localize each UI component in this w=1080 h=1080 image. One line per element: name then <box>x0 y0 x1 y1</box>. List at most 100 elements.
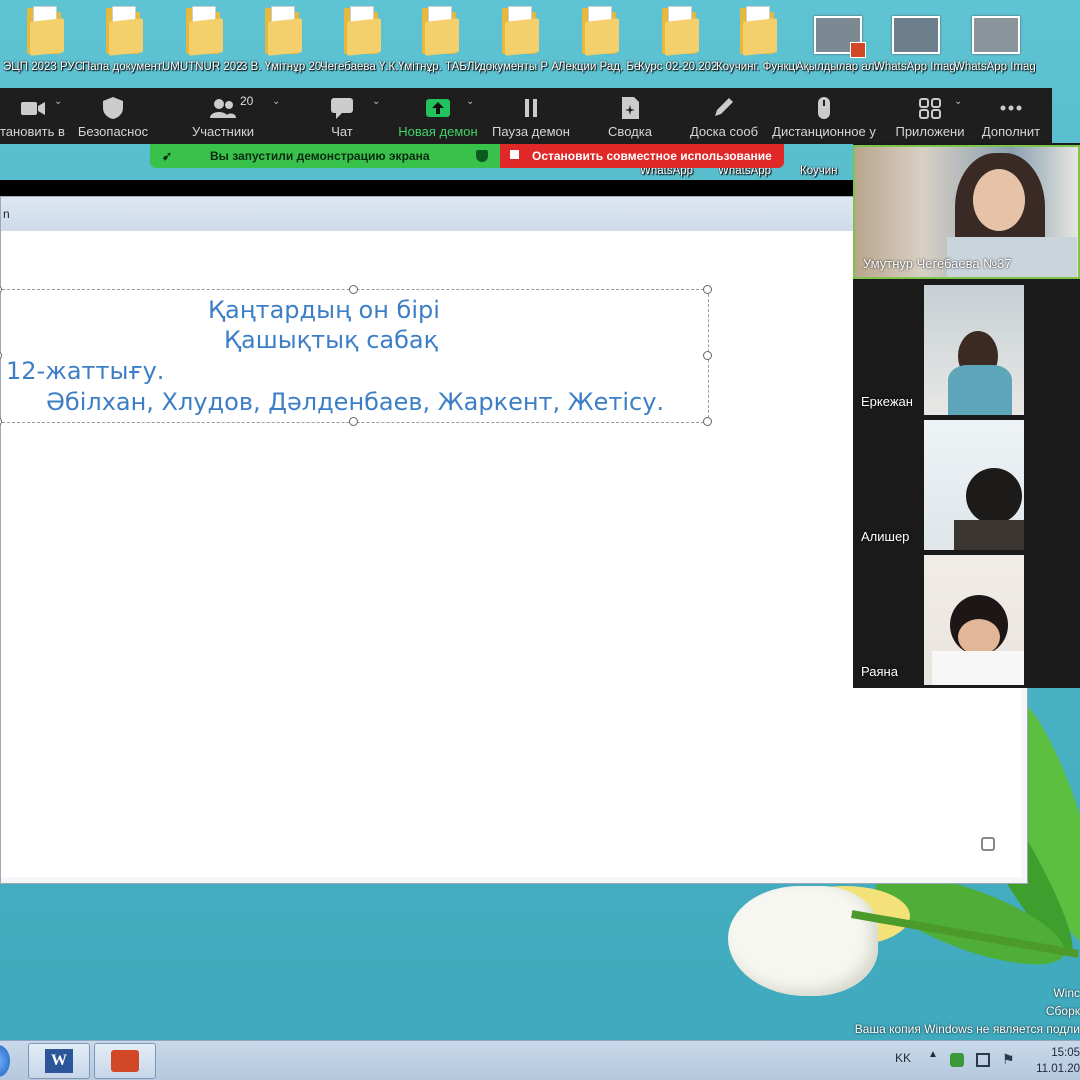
stop-share-button[interactable]: Остановить совместное использование <box>500 144 784 168</box>
participants-button[interactable]: 20 Участники <box>180 88 266 144</box>
desktop-icon-folder[interactable]: Курс 02-20.2023 <box>638 2 720 90</box>
mouse-icon <box>818 97 830 119</box>
participant-tile-active[interactable]: Умутнур Чегебаева №37 <box>853 145 1080 279</box>
resize-handle[interactable] <box>0 417 2 426</box>
desktop-icon-pptx[interactable]: Ақылдылар аланы.pptx <box>796 2 878 90</box>
desktop-icon-folder[interactable]: Лекции Рад. Без <box>558 2 640 90</box>
shield-tray-icon[interactable] <box>950 1053 964 1067</box>
taskbar-app-word[interactable]: W <box>28 1043 90 1079</box>
windows-taskbar: W KK ▲ ⚑ 15:05 11.01.20 <box>0 1040 1080 1080</box>
resize-handle[interactable] <box>703 351 712 360</box>
resize-handle[interactable] <box>349 417 358 426</box>
desktop-icon-folder[interactable]: документы Р А <box>478 2 560 90</box>
chevron-down-icon[interactable]: ⌄ <box>54 96 62 107</box>
clock-date: 11.01.20 <box>1036 1063 1080 1075</box>
more-button[interactable]: Дополнит <box>976 88 1046 144</box>
summary-button[interactable]: Сводка <box>598 88 662 144</box>
zoom-toolbar: ⌄ тановить в Безопаснос 20 Участники ⌄ Ч… <box>0 88 1052 144</box>
desktop-icon-folder[interactable]: Папа документ... <box>82 2 164 90</box>
participant-name: Умутнур Чегебаева №37 <box>863 256 1012 271</box>
start-button[interactable] <box>0 1045 10 1077</box>
desktop-icon-folder[interactable]: ЭЦП 2023 РУСЛА... <box>3 2 85 90</box>
desktop-icon-image[interactable]: WhatsApp Image 2023... <box>954 2 1036 90</box>
resize-handle[interactable] <box>703 417 712 426</box>
slide-text-line: Қаңтардың он бірі <box>208 296 440 324</box>
screen-share-status-banner: ➹ Вы запустили демонстрацию экрана <box>150 144 500 168</box>
participant-tile[interactable]: Алишер <box>853 416 1080 550</box>
resize-handle[interactable] <box>703 285 712 294</box>
folder-icon <box>265 6 302 56</box>
chat-button[interactable]: Чат <box>310 88 374 144</box>
desktop-icon-folder[interactable]: Чегебаева Ү.К. 5 құжат <box>320 2 402 90</box>
desktop-icon-label: Лекции Рад. Без <box>558 61 640 73</box>
stop-video-button[interactable]: ⌄ тановить в <box>0 88 66 144</box>
clock-time: 15:05 <box>1051 1047 1080 1059</box>
clock[interactable]: 15:05 11.01.20 <box>1032 1045 1080 1077</box>
resize-handle[interactable] <box>349 285 358 294</box>
desktop-icon-folder[interactable]: Үмітнұр. ТАБЛИЦ... <box>398 2 480 90</box>
image-file-icon <box>892 16 940 54</box>
shield-icon <box>103 97 123 119</box>
security-label: Безопаснос <box>77 124 149 139</box>
participant-tile[interactable]: Еркежан <box>853 281 1080 415</box>
folder-icon <box>106 6 143 56</box>
desktop-icon-label: Үмітнұр. ТАБЛИЦ... <box>398 61 480 73</box>
chevron-down-icon[interactable]: ⌄ <box>372 96 380 107</box>
desktop-icon-label: WhatsApp Image 2023... <box>954 61 1036 73</box>
shared-window-border <box>0 180 856 196</box>
apps-label: Приложени <box>895 124 965 139</box>
desktop-icon-folder[interactable]: Коучинг. Функцион... <box>716 2 798 90</box>
remote-control-button[interactable]: Дистанционное у <box>770 88 878 144</box>
desktop-icon-label: WhatsApp Image 2023... <box>874 61 956 73</box>
folder-icon <box>662 6 699 56</box>
folder-icon <box>344 6 381 56</box>
stop-video-label: тановить в <box>0 124 65 139</box>
desktop-icon-label: Коучин <box>800 165 838 177</box>
watermark-line: Сборк <box>1045 1004 1080 1018</box>
participants-video-panel: Умутнур Чегебаева №37 Еркежан Алишер Рая… <box>853 143 1080 688</box>
expand-icon[interactable] <box>981 837 995 851</box>
pencil-icon <box>715 98 733 116</box>
annotate-button[interactable]: Доска сооб <box>686 88 762 144</box>
taskbar-app-powerpoint[interactable] <box>94 1043 156 1079</box>
desktop-icon-label: документы Р А <box>479 61 559 73</box>
desktop-icon-label: 3 В. Үмітнұр 2023-2024 <box>241 61 323 73</box>
pause-share-label: Пауза демон <box>492 124 570 139</box>
resize-handle[interactable] <box>0 351 2 360</box>
image-file-icon <box>972 16 1020 54</box>
new-share-label: Новая демон <box>398 124 478 139</box>
share-screen-icon <box>426 99 450 117</box>
desktop-icon-label: UMUTNUR 2023 <box>162 61 244 73</box>
window-title: n <box>3 207 10 221</box>
desktop-icon-label: ЭЦП 2023 РУСЛА... <box>3 61 85 73</box>
pptx-file-icon <box>814 16 866 58</box>
document-sparkle-icon <box>622 97 639 119</box>
apps-icon <box>919 98 941 119</box>
tray-expand-icon[interactable]: ▲ <box>928 1049 938 1060</box>
chevron-down-icon[interactable]: ⌄ <box>466 96 474 107</box>
desktop-icon-folder[interactable]: UMUTNUR 2023 <box>162 2 244 90</box>
pause-share-button[interactable]: Пауза демон <box>490 88 572 144</box>
desktop-icon-folder[interactable]: 3 В. Үмітнұр 2023-2024 <box>241 2 323 90</box>
summary-label: Сводка <box>608 124 652 139</box>
powerpoint-icon <box>111 1050 139 1072</box>
participant-tile[interactable]: Раяна <box>853 551 1080 685</box>
desktop-icon-label: Коучинг. Функцион... <box>716 61 798 73</box>
folder-icon <box>740 6 777 56</box>
security-button[interactable]: Безопаснос <box>76 88 150 144</box>
more-dots-icon <box>1000 105 1022 111</box>
folder-icon <box>422 6 459 56</box>
network-icon[interactable] <box>976 1053 990 1067</box>
chevron-down-icon[interactable]: ⌄ <box>272 96 280 107</box>
chevron-down-icon[interactable]: ⌄ <box>954 96 962 107</box>
slide-text-box[interactable]: Қаңтардың он бірі Қашықтық сабақ 12-жатт… <box>0 285 712 426</box>
watermark-line: Ваша копия Windows не является подли <box>854 1022 1080 1036</box>
desktop-icon-image[interactable]: WhatsApp Image 2023... <box>874 2 956 90</box>
resize-handle[interactable] <box>0 285 2 294</box>
shield-check-icon <box>476 150 488 162</box>
windows-activation-watermark: Winc Сборк Ваша копия Windows не являетс… <box>855 984 1080 1038</box>
desktop-icon-label: Чегебаева Ү.К. 5 құжат <box>320 61 402 73</box>
language-indicator[interactable]: KK <box>895 1051 911 1065</box>
participant-video <box>924 555 1024 685</box>
flag-icon[interactable]: ⚑ <box>1002 1051 1015 1068</box>
